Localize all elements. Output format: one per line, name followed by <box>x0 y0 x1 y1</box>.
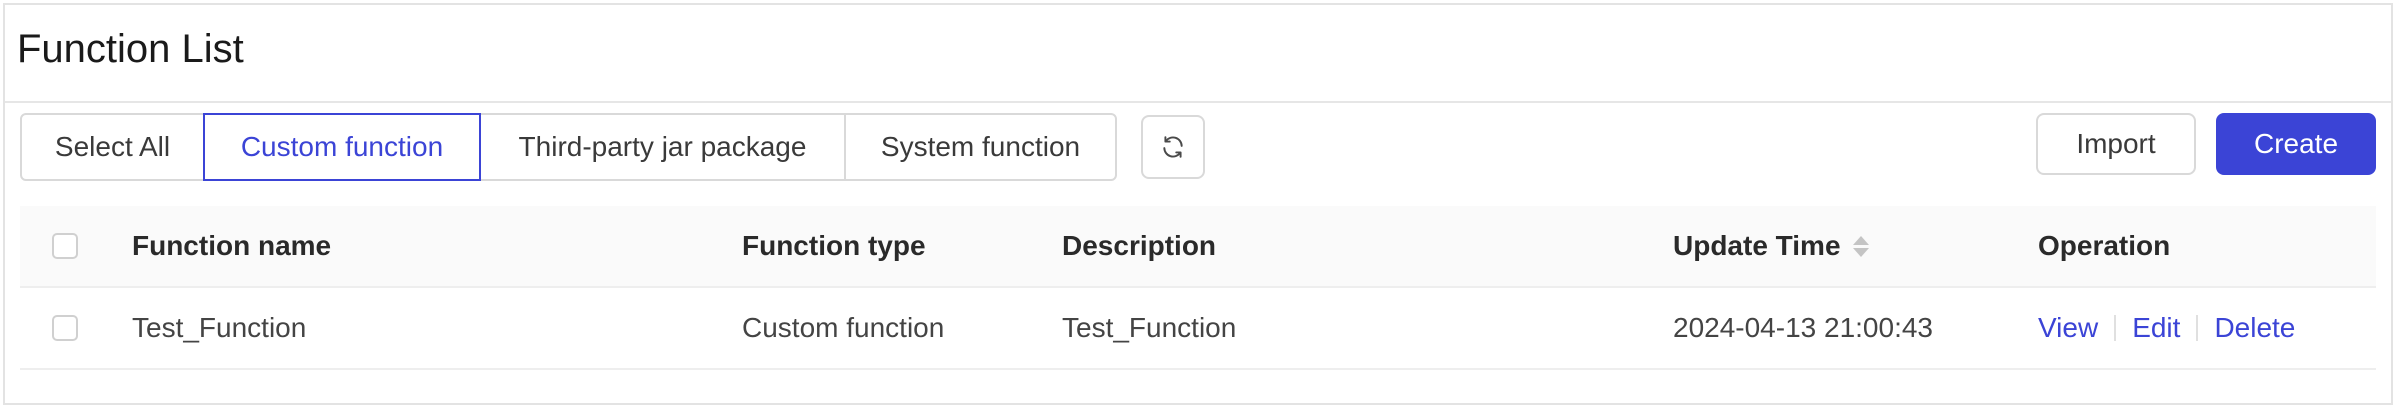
function-type-filter: Select All Custom function Third-party j… <box>20 113 1117 181</box>
create-button[interactable]: Create <box>2216 113 2376 175</box>
title-bar: Function List <box>5 5 2391 103</box>
refresh-button[interactable] <box>1141 115 1205 179</box>
column-header-operation: Operation <box>2038 230 2171 261</box>
view-link[interactable]: View <box>2038 312 2098 344</box>
tab-custom-function[interactable]: Custom function <box>203 113 481 181</box>
update-time-cell: 2024-04-13 21:00:43 <box>1673 312 1933 343</box>
delete-link[interactable]: Delete <box>2214 312 2295 344</box>
table-row: Test_Function Custom function Test_Funct… <box>20 288 2376 370</box>
operation-divider <box>2114 315 2117 341</box>
column-header-update-time[interactable]: Update Time <box>1673 206 1869 286</box>
sort-descending-icon <box>1852 247 1869 257</box>
column-header-function-name: Function name <box>132 230 332 261</box>
column-header-description: Description <box>1062 230 1217 261</box>
sort-icon[interactable] <box>1852 235 1869 257</box>
function-table: Function name Function type Description … <box>20 206 2376 370</box>
row-select-checkbox[interactable] <box>52 315 78 341</box>
function-type-cell: Custom function <box>742 312 945 343</box>
column-header-update-time-label: Update Time <box>1673 230 1841 261</box>
tab-select-all[interactable]: Select All <box>20 113 205 181</box>
column-header-function-type: Function type <box>742 230 926 261</box>
description-cell: Test_Function <box>1062 312 1237 343</box>
select-all-rows-checkbox[interactable] <box>52 233 78 259</box>
tab-system-function[interactable]: System function <box>844 113 1117 181</box>
edit-link[interactable]: Edit <box>2132 312 2180 344</box>
import-button[interactable]: Import <box>2036 113 2196 175</box>
function-name-cell: Test_Function <box>132 312 307 343</box>
refresh-icon <box>1163 136 1183 158</box>
table-header: Function name Function type Description … <box>20 206 2376 288</box>
row-select-cell <box>52 288 78 368</box>
select-all-rows-cell <box>52 206 78 286</box>
page-title: Function List <box>17 27 244 71</box>
operation-divider <box>2196 315 2199 341</box>
operation-cell: View Edit Delete <box>2038 288 2295 368</box>
tab-third-party-jar-package[interactable]: Third-party jar package <box>479 113 846 181</box>
sort-ascending-icon <box>1852 235 1869 245</box>
